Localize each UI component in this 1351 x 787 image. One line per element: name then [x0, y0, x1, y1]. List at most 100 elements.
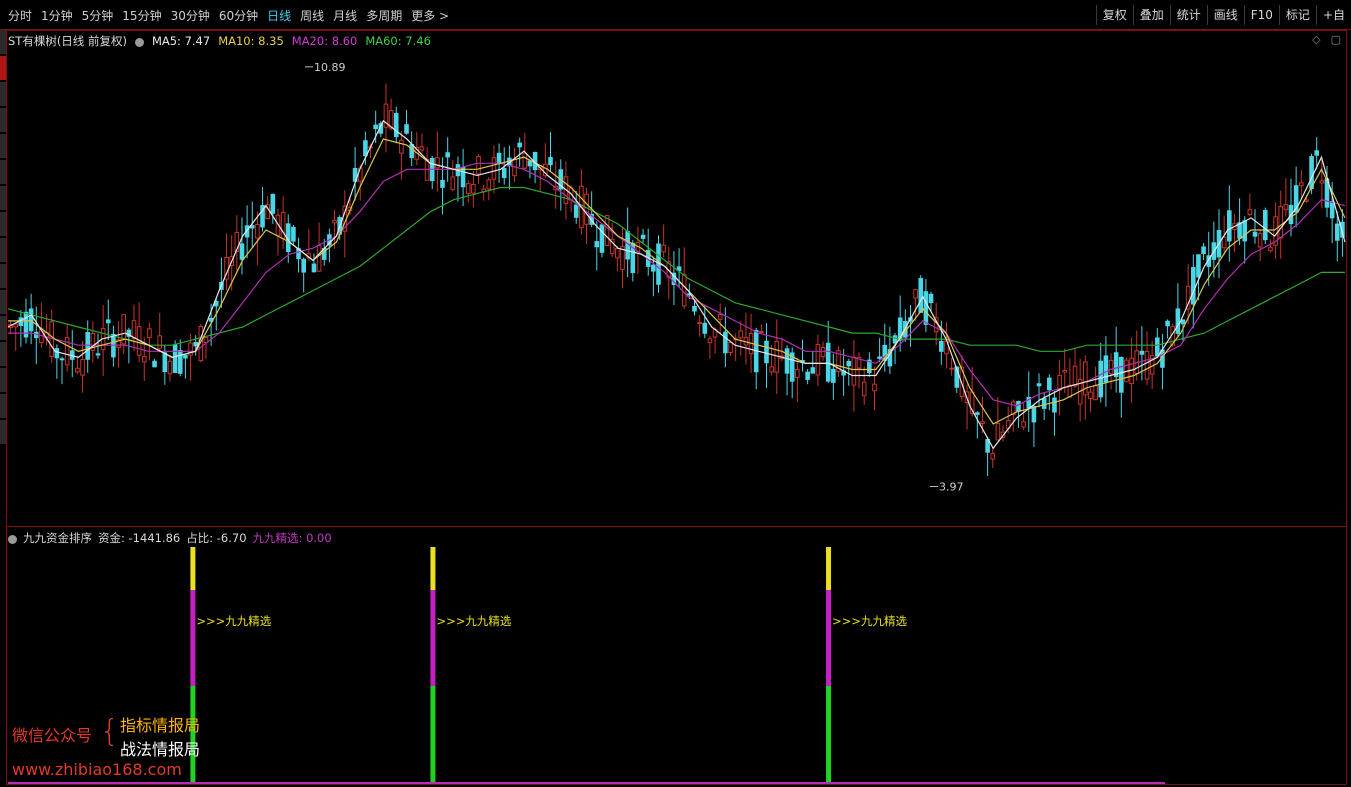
candle-body [183, 354, 188, 359]
candle-body [440, 179, 445, 188]
maximize-icon[interactable]: ▢ [1331, 33, 1341, 46]
candle-body [681, 273, 687, 307]
candle-body [759, 331, 764, 334]
candle-body [316, 245, 322, 272]
candle-body [815, 344, 821, 376]
candle-body [1221, 236, 1227, 249]
settings-circle-icon[interactable] [8, 534, 17, 544]
candle-body [1319, 180, 1325, 184]
candle-body [1041, 398, 1047, 409]
candle-body [707, 338, 713, 344]
watermark-label: 微信公众号 [12, 726, 93, 745]
candle-body [193, 342, 198, 347]
candle-body [1165, 320, 1170, 327]
candle-body [723, 331, 728, 354]
candle-body [702, 322, 708, 334]
candle-body [1016, 400, 1021, 412]
candle-body [177, 349, 183, 374]
indicator-title[interactable]: 九九资金排序 [23, 530, 92, 546]
candle-body [604, 215, 610, 246]
candle-body [1062, 369, 1068, 373]
candle-body [861, 381, 867, 397]
candle-body [152, 360, 157, 368]
candle-body [1103, 355, 1109, 383]
candle-body [1155, 337, 1160, 357]
candle-body [995, 422, 1001, 441]
candle-body [270, 193, 276, 214]
candle-body [892, 335, 898, 344]
candle-body [363, 140, 368, 157]
candle-body [501, 168, 507, 179]
candle-body [424, 159, 430, 181]
candle-body [1175, 308, 1181, 334]
candle-body [162, 352, 168, 373]
candle-body [918, 278, 924, 313]
candle-body [1093, 385, 1098, 401]
candle-body [1139, 350, 1145, 355]
candle-body [291, 226, 296, 242]
candle-body [167, 360, 173, 375]
candle-body [393, 113, 399, 138]
candle-body [1283, 204, 1289, 211]
candle-body [147, 328, 152, 339]
candle-body [1052, 397, 1057, 413]
candle-body [95, 353, 101, 356]
candle-body [476, 155, 481, 175]
candle-body [928, 293, 934, 304]
candle-body [1191, 267, 1196, 305]
candle-body [471, 184, 476, 194]
candle-body [1196, 254, 1201, 278]
indicator-value: 资金: -1441.86 [98, 531, 181, 545]
candle-body [913, 289, 918, 299]
candle-body [332, 219, 337, 224]
candle-body [599, 224, 605, 253]
candle-body [491, 157, 497, 180]
candle-body [486, 179, 492, 190]
candle-body [1257, 232, 1263, 248]
candle-body [784, 348, 790, 374]
candle-body [1083, 361, 1088, 396]
low-price-label: 3.97 [939, 480, 964, 493]
candle-body [239, 243, 245, 260]
stock-title[interactable]: ST有棵树(日线 前复权) [8, 33, 127, 49]
candle-body [373, 124, 378, 130]
candle-body [255, 224, 260, 239]
candle-body [728, 341, 733, 353]
candle-body [1329, 200, 1335, 219]
candle-body [717, 313, 723, 320]
candle-body [404, 124, 409, 134]
indicator-legend: 九九资金排序 资金: -1441.86 占比: -6.70 九九精选: 0.00 [8, 530, 332, 546]
candle-body [980, 421, 985, 424]
ma-values: MA5: 7.47 MA10: 8.35 MA20: 8.60 MA60: 7.46 [152, 34, 431, 48]
candle-body [851, 356, 857, 386]
candle-body [445, 152, 450, 158]
candle-body [1119, 356, 1124, 393]
candle-body [1201, 246, 1206, 255]
settings-circle-icon[interactable] [134, 37, 144, 47]
candle-body [141, 356, 147, 363]
candle-body [1247, 209, 1253, 216]
ma10-line [8, 138, 1346, 425]
ma-legend-item: MA5: 7.47 [151, 34, 211, 48]
candle-body [1098, 360, 1104, 398]
candle-body [131, 320, 137, 339]
candle-body [594, 241, 600, 248]
candle-body [1021, 421, 1026, 428]
candle-body [692, 305, 697, 312]
candle-body [1268, 247, 1273, 252]
watermark-line2: 战法情报局 [120, 740, 201, 759]
candle-body [85, 332, 91, 360]
candle-body [615, 248, 620, 259]
candle-body [949, 367, 954, 370]
candle-body [54, 348, 60, 359]
candle-body [409, 144, 414, 159]
ma-legend-item: MA60: 7.46 [365, 34, 431, 48]
candle-body [846, 360, 852, 367]
diamond-icon[interactable]: ◇ [1312, 33, 1320, 46]
candle-body [80, 359, 85, 376]
candle-body [877, 356, 882, 359]
candle-body [59, 358, 65, 361]
candle-body [651, 264, 656, 272]
watermark-brace: { [100, 714, 120, 749]
candle-body [75, 367, 80, 373]
